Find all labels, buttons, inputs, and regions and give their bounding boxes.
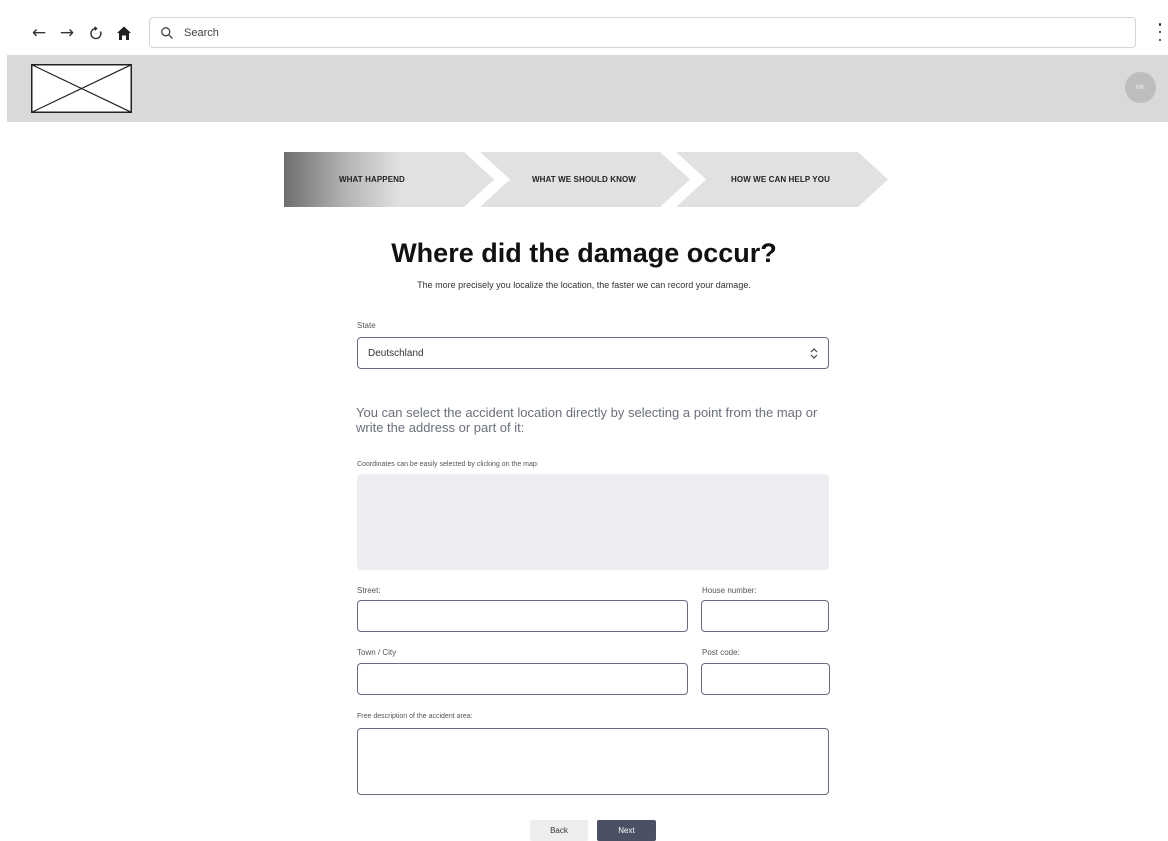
description-textarea[interactable] (357, 728, 829, 795)
avatar[interactable]: MK (1125, 72, 1156, 103)
logo-placeholder-icon (31, 64, 132, 113)
town-label: Town / City (357, 648, 397, 657)
home-icon[interactable] (113, 22, 135, 44)
description-label: Free description of the accident area: (357, 713, 473, 720)
post-code-label: Post code: (702, 648, 740, 657)
step-what-we-should-know[interactable]: WHAT WE SHOULD KNOW (532, 152, 636, 207)
back-button[interactable]: Back (530, 820, 588, 841)
street-input[interactable] (357, 600, 688, 632)
town-input[interactable] (357, 663, 688, 695)
step-what-happend[interactable]: WHAT HAPPEND (339, 152, 405, 207)
page-subtitle: The more precisely you localize the loca… (417, 280, 751, 290)
state-label: State (357, 321, 376, 330)
state-select[interactable]: Deutschland (357, 337, 829, 369)
step-how-we-can-help-you[interactable]: HOW WE CAN HELP YOU (731, 152, 830, 207)
house-number-input[interactable] (701, 600, 829, 632)
search-icon (161, 26, 173, 39)
app-header: MK (7, 55, 1168, 122)
chevron-up-down-icon (810, 348, 818, 359)
street-label: Street: (357, 586, 381, 595)
map-instructions: You can select the accident location dir… (356, 405, 818, 435)
coordinates-label: Coordinates can be easily selected by cl… (357, 461, 539, 468)
reload-icon[interactable] (85, 22, 107, 44)
house-number-label: House number: (702, 586, 757, 595)
next-button[interactable]: Next (597, 820, 656, 841)
back-arrow-icon[interactable]: ← (28, 22, 50, 44)
progress-stepper: WHAT HAPPEND WHAT WE SHOULD KNOW HOW WE … (284, 152, 888, 207)
post-code-input[interactable] (701, 663, 830, 695)
forward-arrow-icon[interactable]: → (56, 22, 78, 44)
map-area[interactable] (357, 474, 829, 570)
kebab-menu-icon[interactable] (1157, 23, 1163, 41)
search-input[interactable] (184, 26, 1084, 39)
page-title: Where did the damage occur? (391, 238, 777, 268)
state-selected-value: Deutschland (368, 347, 424, 359)
search-bar[interactable] (149, 17, 1136, 48)
browser-toolbar: ← → (0, 0, 1168, 52)
